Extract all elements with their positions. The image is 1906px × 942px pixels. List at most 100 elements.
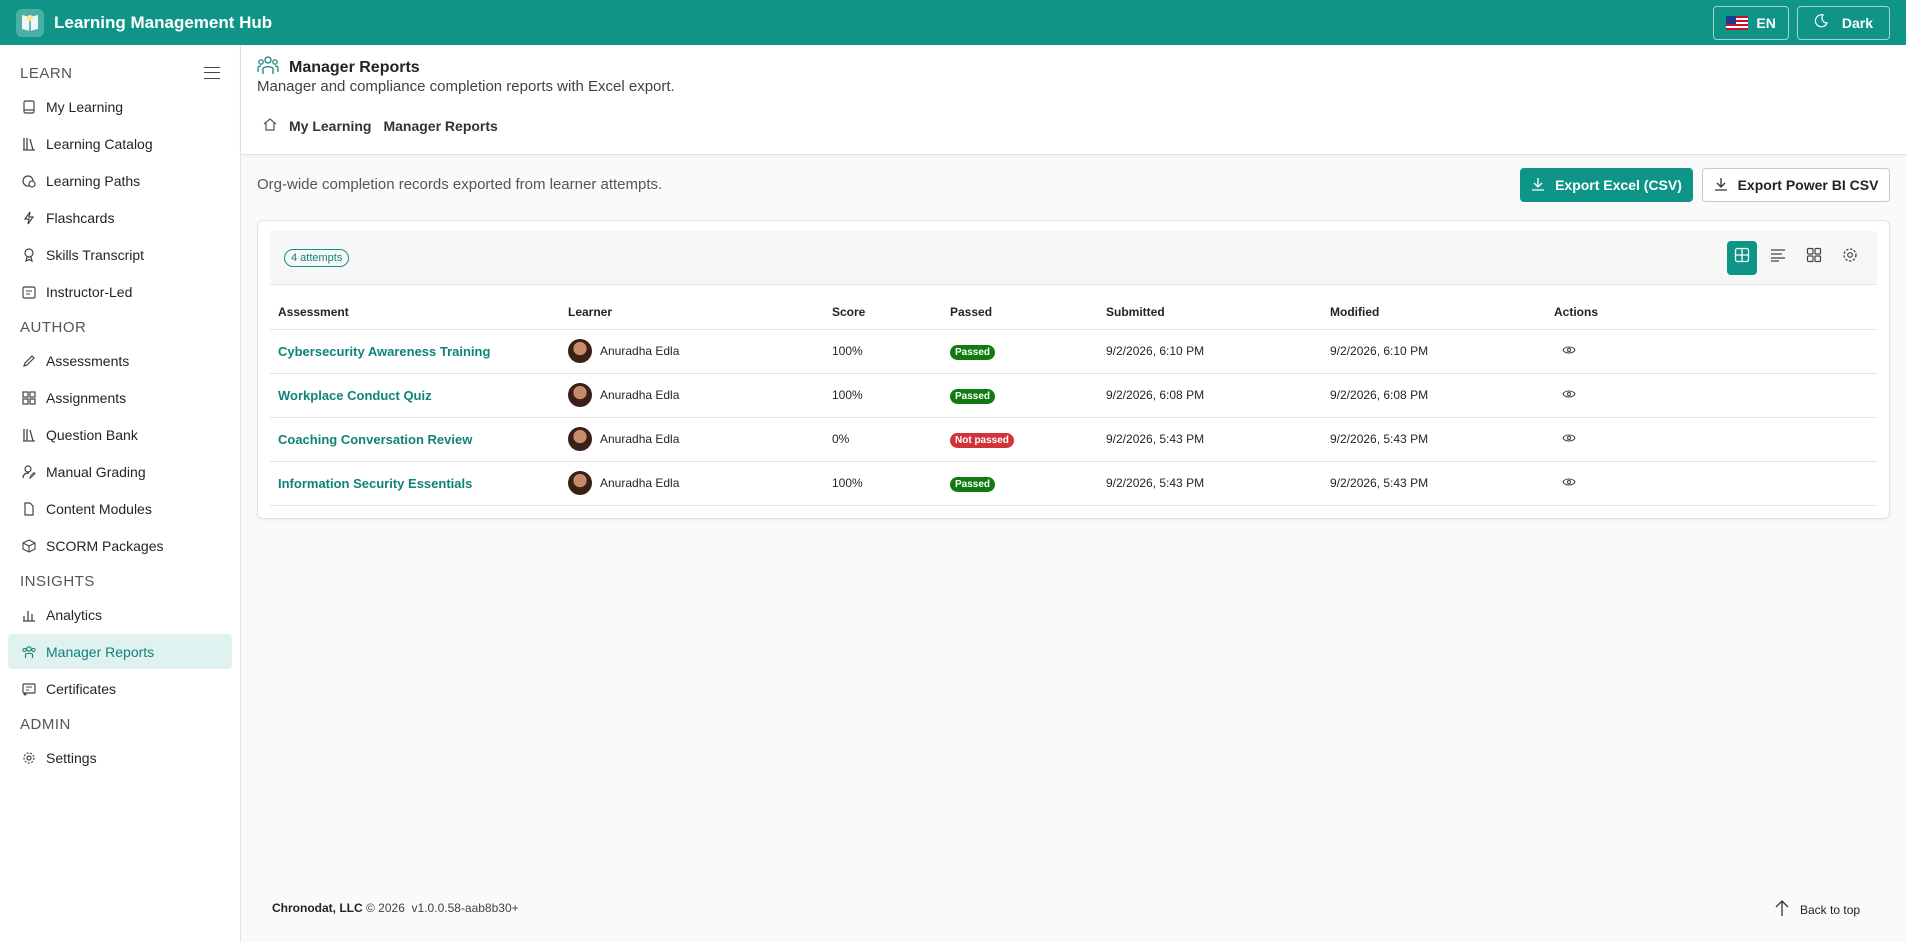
avatar — [568, 383, 592, 407]
attempts-table: Assessment Learner Score Passed Submitte… — [270, 295, 1877, 506]
table-row: Cybersecurity Awareness Training Anuradh… — [270, 329, 1877, 374]
learner-name: Anuradha Edla — [600, 388, 680, 402]
section-title: ADMIN — [20, 715, 71, 733]
person-edit-icon — [22, 464, 36, 479]
modified-date: 9/2/2026, 5:43 PM — [1322, 461, 1546, 506]
gear-icon — [1842, 247, 1858, 268]
sidebar-item-analytics[interactable]: Analytics — [8, 597, 232, 632]
sidebar-item-content-modules[interactable]: Content Modules — [8, 491, 232, 526]
attempts-count-badge: 4 attempts — [284, 248, 350, 267]
breadcrumb: My Learning Manager Reports — [263, 118, 498, 134]
sidebar-section-author: AUTHOR — [0, 313, 240, 341]
sidebar-item-label: Question Bank — [46, 426, 138, 443]
table-settings-button[interactable] — [1835, 241, 1865, 275]
calendar-icon — [22, 285, 36, 299]
sidebar-item-instructor-led[interactable]: Instructor-Led — [8, 274, 232, 309]
book-icon — [22, 99, 36, 114]
grid-icon — [22, 390, 36, 405]
sidebar: LEARN My Learning Learning Catalog Learn… — [0, 45, 241, 942]
people-icon — [257, 55, 279, 80]
section-title: AUTHOR — [20, 318, 87, 336]
library-icon — [22, 137, 36, 151]
sidebar-item-label: Certificates — [46, 680, 117, 697]
submitted-date: 9/2/2026, 5:43 PM — [1098, 417, 1322, 462]
home-icon[interactable] — [263, 118, 277, 134]
sidebar-item-manual-grading[interactable]: Manual Grading — [8, 454, 232, 489]
sidebar-item-flashcards[interactable]: Flashcards — [8, 200, 232, 235]
people-icon — [22, 645, 36, 659]
back-to-top-label: Back to top — [1800, 902, 1861, 917]
brand[interactable]: Learning Management Hub — [16, 8, 273, 37]
sidebar-item-label: My Learning — [46, 98, 124, 115]
assessment-link[interactable]: Workplace Conduct Quiz — [278, 388, 432, 403]
theme-toggle-button[interactable]: Dark — [1796, 5, 1890, 40]
breadcrumb-manager-reports[interactable]: Manager Reports — [383, 118, 497, 134]
sidebar-item-certificates[interactable]: Certificates — [8, 671, 232, 706]
table-view-button[interactable] — [1727, 240, 1757, 275]
export-powerbi-button[interactable]: Export Power BI CSV — [1702, 168, 1890, 202]
column-header-modified[interactable]: Modified — [1322, 295, 1546, 330]
download-icon — [1714, 177, 1728, 194]
assessment-link[interactable]: Cybersecurity Awareness Training — [278, 344, 490, 359]
learner-name: Anuradha Edla — [600, 344, 680, 358]
view-icon[interactable] — [1562, 476, 1576, 490]
column-header-score[interactable]: Score — [824, 295, 942, 330]
column-header-assessment[interactable]: Assessment — [270, 295, 560, 330]
view-icon[interactable] — [1562, 344, 1576, 358]
view-icon[interactable] — [1562, 432, 1576, 446]
chart-icon — [22, 608, 36, 622]
sidebar-section-admin: ADMIN — [0, 710, 240, 738]
submitted-date: 9/2/2026, 5:43 PM — [1098, 461, 1322, 506]
sidebar-section-learn: LEARN — [0, 59, 240, 87]
view-icon[interactable] — [1562, 388, 1576, 402]
sidebar-item-settings[interactable]: Settings — [8, 740, 232, 775]
column-header-learner[interactable]: Learner — [560, 295, 824, 330]
column-header-submitted[interactable]: Submitted — [1098, 295, 1322, 330]
sidebar-item-label: Content Modules — [46, 500, 152, 517]
modified-date: 9/2/2026, 6:08 PM — [1322, 373, 1546, 418]
learner-name: Anuradha Edla — [600, 476, 680, 490]
status-badge: Passed — [950, 345, 996, 360]
sidebar-item-label: Manual Grading — [46, 463, 146, 480]
export-powerbi-label: Export Power BI CSV — [1737, 177, 1879, 193]
footer-company: Chronodat, LLC — [272, 901, 363, 915]
reports-description: Org-wide completion records exported fro… — [257, 176, 663, 193]
sidebar-item-my-learning[interactable]: My Learning — [8, 89, 232, 124]
modified-date: 9/2/2026, 5:43 PM — [1322, 417, 1546, 462]
sidebar-item-question-bank[interactable]: Question Bank — [8, 417, 232, 452]
table-row: Information Security Essentials Anuradha… — [270, 461, 1877, 506]
top-bar: Learning Management Hub EN Dark — [0, 0, 1906, 45]
menu-toggle-icon[interactable] — [204, 67, 220, 79]
sidebar-item-label: Learning Catalog — [46, 135, 153, 152]
footer-copyright: © 2026 — [366, 901, 405, 915]
cube-icon — [22, 538, 36, 553]
assessment-link[interactable]: Coaching Conversation Review — [278, 432, 472, 447]
sidebar-item-label: Flashcards — [46, 209, 115, 226]
sidebar-item-label: SCORM Packages — [46, 537, 164, 554]
sidebar-item-skills-transcript[interactable]: Skills Transcript — [8, 237, 232, 272]
sidebar-item-label: Analytics — [46, 606, 103, 623]
column-header-passed[interactable]: Passed — [942, 295, 1098, 330]
sidebar-item-learning-catalog[interactable]: Learning Catalog — [8, 126, 232, 161]
sidebar-item-learning-paths[interactable]: Learning Paths — [8, 163, 232, 198]
sidebar-item-manager-reports[interactable]: Manager Reports — [8, 634, 232, 669]
sidebar-item-label: Skills Transcript — [46, 246, 145, 263]
sidebar-item-scorm-packages[interactable]: SCORM Packages — [8, 528, 232, 563]
sidebar-item-assessments[interactable]: Assessments — [8, 343, 232, 378]
export-excel-button[interactable]: Export Excel (CSV) — [1520, 168, 1693, 202]
table-row: Coaching Conversation Review Anuradha Ed… — [270, 417, 1877, 462]
breadcrumb-my-learning[interactable]: My Learning — [289, 118, 371, 134]
theme-label: Dark — [1841, 14, 1873, 31]
submitted-date: 9/2/2026, 6:10 PM — [1098, 329, 1322, 374]
sidebar-item-assignments[interactable]: Assignments — [8, 380, 232, 415]
app-title: Learning Management Hub — [54, 12, 273, 32]
sidebar-item-label: Manager Reports — [46, 643, 155, 660]
language-button[interactable]: EN — [1713, 5, 1789, 40]
back-to-top-button[interactable]: Back to top — [1774, 899, 1860, 920]
assessment-link[interactable]: Information Security Essentials — [278, 476, 472, 491]
table-grid-icon — [1734, 247, 1750, 268]
library-icon — [22, 428, 36, 442]
footer: Chronodat, LLC © 2026 v1.0.0.58-aab8b30+ — [272, 901, 519, 915]
list-view-button[interactable] — [1763, 241, 1793, 275]
tile-view-button[interactable] — [1799, 241, 1829, 275]
